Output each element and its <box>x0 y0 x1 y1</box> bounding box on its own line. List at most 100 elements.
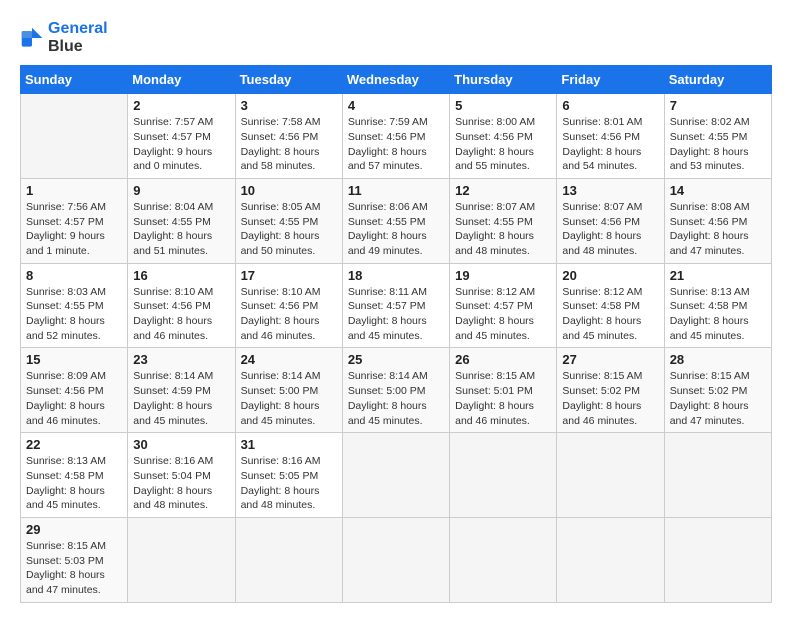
calendar-cell: 5 Sunrise: 8:00 AMSunset: 4:56 PMDaylight… <box>450 94 557 179</box>
calendar-cell: 7Sunrise: 8:02 AMSunset: 4:55 PMDaylight… <box>664 94 771 179</box>
day-number: 11 <box>348 183 444 198</box>
day-number: 3 <box>241 98 337 113</box>
calendar-cell: 15Sunrise: 8:09 AMSunset: 4:56 PMDayligh… <box>21 348 128 433</box>
week-row-5: 29 Sunrise: 8:15 AMSunset: 5:03 PMDayligh… <box>21 517 772 602</box>
logo: General Blue <box>20 20 108 55</box>
day-number: 25 <box>348 352 444 367</box>
day-number: 21 <box>670 268 766 283</box>
day-info: Sunrise: 8:11 AMSunset: 4:57 PMDaylight:… <box>348 285 444 344</box>
calendar-cell: 9Sunrise: 8:04 AMSunset: 4:55 PMDaylight… <box>128 178 235 263</box>
day-info: Sunrise: 8:08 AMSunset: 4:56 PMDaylight:… <box>670 200 766 259</box>
calendar-cell: 11 Sunrise: 8:06 AMSunset: 4:55 PMDayligh… <box>342 178 449 263</box>
day-number: 20 <box>562 268 658 283</box>
day-number: 5 <box>455 98 551 113</box>
day-info: Sunrise: 8:09 AMSunset: 4:56 PMDaylight:… <box>26 369 122 428</box>
day-info: Sunrise: 8:14 AMSunset: 5:00 PMDaylight:… <box>348 369 444 428</box>
calendar-cell: 21 Sunrise: 8:13 AMSunset: 4:58 PMDayligh… <box>664 263 771 348</box>
calendar-cell: 20 Sunrise: 8:12 AMSunset: 4:58 PMDayligh… <box>557 263 664 348</box>
calendar-cell <box>450 517 557 602</box>
page-container: General Blue SundayMondayTuesdayWednesda… <box>20 20 772 603</box>
day-info: Sunrise: 8:15 AMSunset: 5:02 PMDaylight:… <box>562 369 658 428</box>
day-info: Sunrise: 8:06 AMSunset: 4:55 PMDaylight:… <box>348 200 444 259</box>
day-info: Sunrise: 8:05 AMSunset: 4:55 PMDaylight:… <box>241 200 337 259</box>
calendar-cell: 14 Sunrise: 8:08 AMSunset: 4:56 PMDayligh… <box>664 178 771 263</box>
day-info: Sunrise: 7:56 AMSunset: 4:57 PMDaylight:… <box>26 200 122 259</box>
day-info: Sunrise: 8:14 AMSunset: 4:59 PMDaylight:… <box>133 369 229 428</box>
calendar-cell <box>235 517 342 602</box>
day-number: 4 <box>348 98 444 113</box>
day-info: Sunrise: 7:57 AMSunset: 4:57 PMDaylight:… <box>133 115 229 174</box>
day-number: 28 <box>670 352 766 367</box>
calendar-cell: 23 Sunrise: 8:14 AMSunset: 4:59 PMDayligh… <box>128 348 235 433</box>
day-number: 9 <box>133 183 229 198</box>
day-number: 24 <box>241 352 337 367</box>
day-info: Sunrise: 8:07 AMSunset: 4:55 PMDaylight:… <box>455 200 551 259</box>
calendar-cell: 17 Sunrise: 8:10 AMSunset: 4:56 PMDayligh… <box>235 263 342 348</box>
calendar-cell <box>21 94 128 179</box>
calendar-table: SundayMondayTuesdayWednesdayThursdayFrid… <box>20 65 772 603</box>
day-info: Sunrise: 8:03 AMSunset: 4:55 PMDaylight:… <box>26 285 122 344</box>
day-info: Sunrise: 8:00 AMSunset: 4:56 PMDaylight:… <box>455 115 551 174</box>
day-number: 17 <box>241 268 337 283</box>
calendar-cell <box>664 433 771 518</box>
calendar-cell <box>557 433 664 518</box>
day-info: Sunrise: 8:07 AMSunset: 4:56 PMDaylight:… <box>562 200 658 259</box>
calendar-cell <box>342 517 449 602</box>
day-number: 14 <box>670 183 766 198</box>
calendar-cell: 18 Sunrise: 8:11 AMSunset: 4:57 PMDayligh… <box>342 263 449 348</box>
week-row-0: 2 Sunrise: 7:57 AMSunset: 4:57 PMDaylight… <box>21 94 772 179</box>
weekday-header-wednesday: Wednesday <box>342 66 449 94</box>
calendar-cell: 28 Sunrise: 8:15 AMSunset: 5:02 PMDayligh… <box>664 348 771 433</box>
calendar-cell <box>342 433 449 518</box>
day-info: Sunrise: 7:58 AMSunset: 4:56 PMDaylight:… <box>241 115 337 174</box>
calendar-cell: 4 Sunrise: 7:59 AMSunset: 4:56 PMDaylight… <box>342 94 449 179</box>
calendar-cell <box>128 517 235 602</box>
day-info: Sunrise: 8:12 AMSunset: 4:58 PMDaylight:… <box>562 285 658 344</box>
day-info: Sunrise: 8:16 AMSunset: 5:05 PMDaylight:… <box>241 454 337 513</box>
weekday-header-monday: Monday <box>128 66 235 94</box>
calendar-cell: 22Sunrise: 8:13 AMSunset: 4:58 PMDayligh… <box>21 433 128 518</box>
weekday-header-row: SundayMondayTuesdayWednesdayThursdayFrid… <box>21 66 772 94</box>
week-row-1: 1Sunrise: 7:56 AMSunset: 4:57 PMDaylight… <box>21 178 772 263</box>
weekday-header-saturday: Saturday <box>664 66 771 94</box>
calendar-cell: 6Sunrise: 8:01 AMSunset: 4:56 PMDaylight… <box>557 94 664 179</box>
calendar-cell: 19Sunrise: 8:12 AMSunset: 4:57 PMDayligh… <box>450 263 557 348</box>
calendar-cell: 12 Sunrise: 8:07 AMSunset: 4:55 PMDayligh… <box>450 178 557 263</box>
weekday-header-sunday: Sunday <box>21 66 128 94</box>
calendar-cell: 3 Sunrise: 7:58 AMSunset: 4:56 PMDaylight… <box>235 94 342 179</box>
calendar-cell: 8 Sunrise: 8:03 AMSunset: 4:55 PMDaylight… <box>21 263 128 348</box>
day-number: 16 <box>133 268 229 283</box>
calendar-cell: 10Sunrise: 8:05 AMSunset: 4:55 PMDayligh… <box>235 178 342 263</box>
day-number: 29 <box>26 522 122 537</box>
day-info: Sunrise: 8:15 AMSunset: 5:01 PMDaylight:… <box>455 369 551 428</box>
day-number: 23 <box>133 352 229 367</box>
day-number: 18 <box>348 268 444 283</box>
day-number: 12 <box>455 183 551 198</box>
day-info: Sunrise: 8:15 AMSunset: 5:03 PMDaylight:… <box>26 539 122 598</box>
calendar-cell: 26Sunrise: 8:15 AMSunset: 5:01 PMDayligh… <box>450 348 557 433</box>
week-row-4: 22Sunrise: 8:13 AMSunset: 4:58 PMDayligh… <box>21 433 772 518</box>
calendar-cell: 25 Sunrise: 8:14 AMSunset: 5:00 PMDayligh… <box>342 348 449 433</box>
day-info: Sunrise: 8:15 AMSunset: 5:02 PMDaylight:… <box>670 369 766 428</box>
weekday-header-tuesday: Tuesday <box>235 66 342 94</box>
calendar-cell: 30Sunrise: 8:16 AMSunset: 5:04 PMDayligh… <box>128 433 235 518</box>
calendar-cell: 31Sunrise: 8:16 AMSunset: 5:05 PMDayligh… <box>235 433 342 518</box>
day-info: Sunrise: 8:10 AMSunset: 4:56 PMDaylight:… <box>241 285 337 344</box>
day-info: Sunrise: 8:13 AMSunset: 4:58 PMDaylight:… <box>26 454 122 513</box>
calendar-cell: 27Sunrise: 8:15 AMSunset: 5:02 PMDayligh… <box>557 348 664 433</box>
day-info: Sunrise: 8:02 AMSunset: 4:55 PMDaylight:… <box>670 115 766 174</box>
logo-text: General Blue <box>48 20 108 55</box>
day-number: 2 <box>133 98 229 113</box>
day-number: 30 <box>133 437 229 452</box>
week-row-3: 15Sunrise: 8:09 AMSunset: 4:56 PMDayligh… <box>21 348 772 433</box>
day-info: Sunrise: 7:59 AMSunset: 4:56 PMDaylight:… <box>348 115 444 174</box>
day-number: 13 <box>562 183 658 198</box>
calendar-cell: 16Sunrise: 8:10 AMSunset: 4:56 PMDayligh… <box>128 263 235 348</box>
calendar-cell <box>664 517 771 602</box>
day-info: Sunrise: 8:13 AMSunset: 4:58 PMDaylight:… <box>670 285 766 344</box>
weekday-header-friday: Friday <box>557 66 664 94</box>
day-number: 8 <box>26 268 122 283</box>
week-row-2: 8 Sunrise: 8:03 AMSunset: 4:55 PMDaylight… <box>21 263 772 348</box>
calendar-cell: 24Sunrise: 8:14 AMSunset: 5:00 PMDayligh… <box>235 348 342 433</box>
calendar-cell: 29 Sunrise: 8:15 AMSunset: 5:03 PMDayligh… <box>21 517 128 602</box>
